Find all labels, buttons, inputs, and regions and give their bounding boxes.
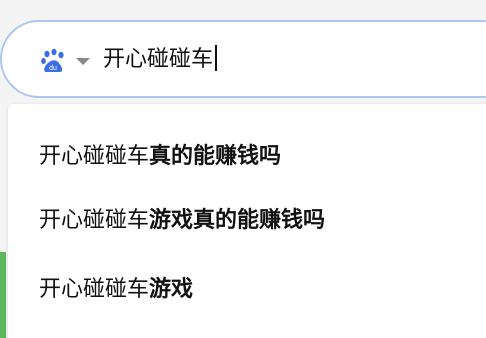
text-cursor <box>215 45 218 71</box>
search-input[interactable]: 开心碰碰车 <box>103 45 218 75</box>
baidu-paw-icon: du <box>41 48 64 72</box>
search-engine-selector[interactable]: du <box>40 48 90 74</box>
suggestion-item[interactable]: 开心碰碰车游戏 <box>39 275 193 305</box>
suggestion-item[interactable]: 开心碰碰车真的能赚钱吗 <box>39 142 281 172</box>
background-window-edge <box>0 252 6 338</box>
chevron-down-icon[interactable] <box>76 57 90 65</box>
engine-badge-text: du <box>49 65 57 72</box>
suggestion-prefix: 开心碰碰车 <box>39 208 150 233</box>
screen: du 开心碰碰车 开心碰碰车真的能赚钱吗 开心碰碰车游戏真的能赚钱吗 开心碰碰车… <box>0 0 486 338</box>
suggestion-item[interactable]: 开心碰碰车游戏真的能赚钱吗 <box>39 206 325 236</box>
suggestion-dropdown: 开心碰碰车真的能赚钱吗 开心碰碰车游戏真的能赚钱吗 开心碰碰车游戏 <box>8 104 486 338</box>
suggestion-prefix: 开心碰碰车 <box>39 144 150 169</box>
suggestion-completion: 游戏真的能赚钱吗 <box>149 208 326 233</box>
search-bar[interactable]: du 开心碰碰车 <box>0 20 486 98</box>
suggestion-completion: 游戏 <box>149 277 194 302</box>
suggestion-completion: 真的能赚钱吗 <box>149 144 282 169</box>
suggestion-prefix: 开心碰碰车 <box>39 277 150 302</box>
search-query-text: 开心碰碰车 <box>103 47 214 72</box>
